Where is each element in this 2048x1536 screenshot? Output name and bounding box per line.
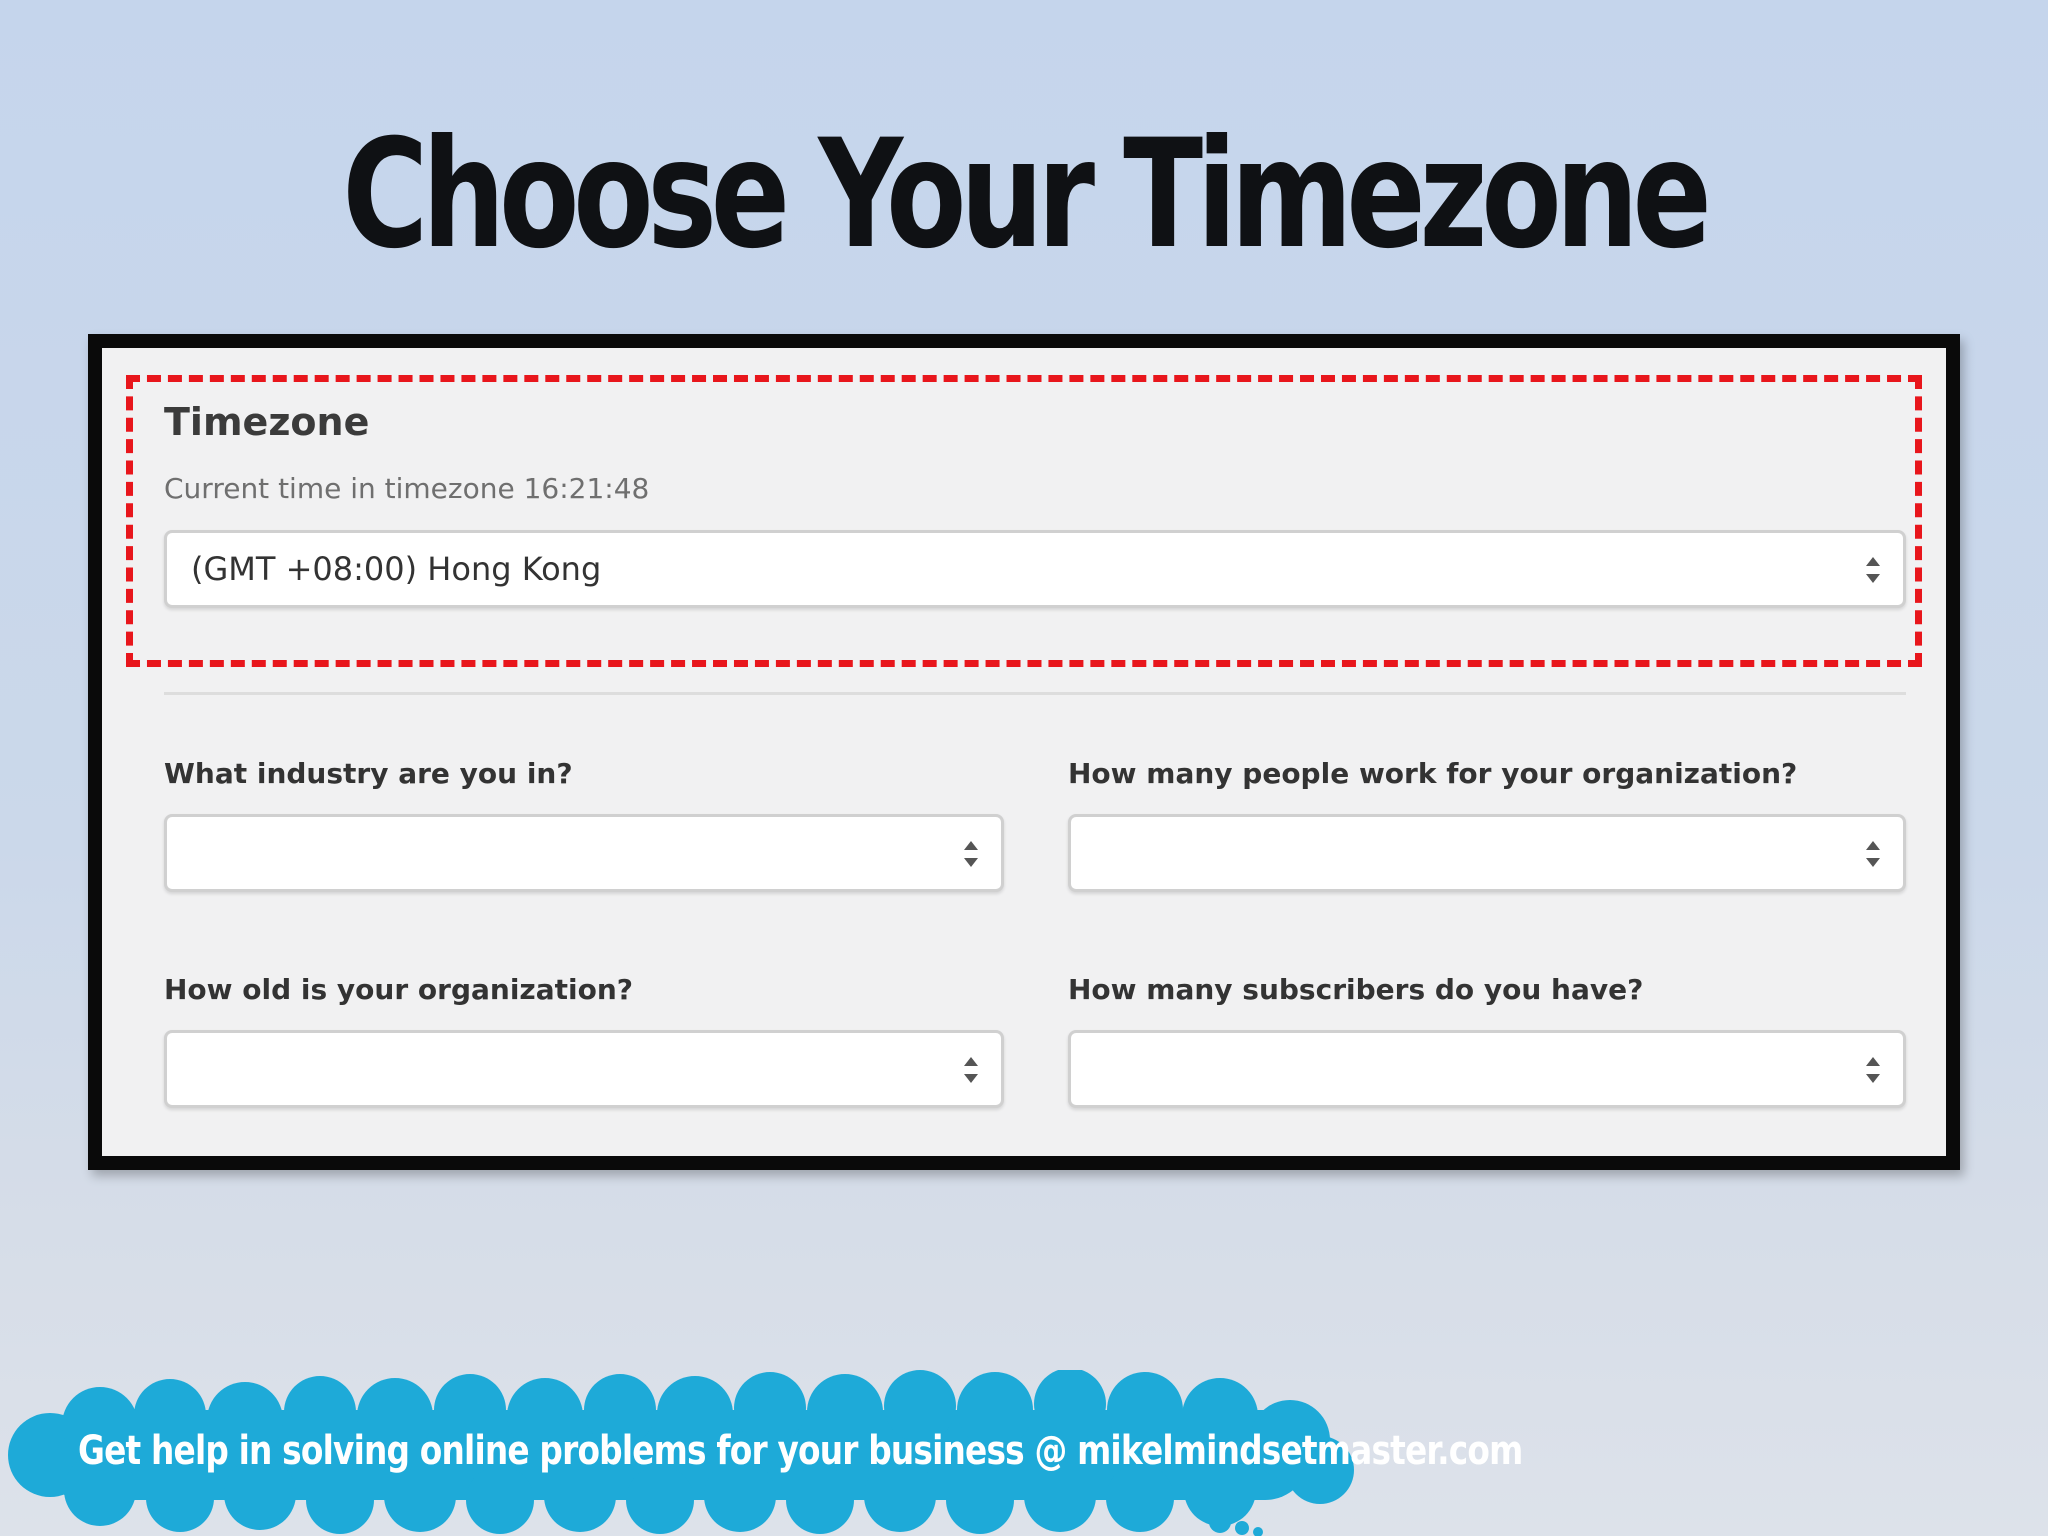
industry-label: What industry are you in?: [164, 757, 573, 790]
section-divider: [164, 692, 1906, 695]
employees-select[interactable]: [1068, 814, 1906, 892]
subscribers-label: How many subscribers do you have?: [1068, 973, 1644, 1006]
industry-select[interactable]: [164, 814, 1004, 892]
organization-age-select[interactable]: [164, 1030, 1004, 1108]
up-down-chevron-icon: [963, 1055, 979, 1085]
up-down-chevron-icon: [963, 839, 979, 869]
employees-label: How many people work for your organizati…: [1068, 757, 1798, 790]
timezone-select[interactable]: (GMT +08:00) Hong Kong: [164, 530, 1906, 608]
timezone-title: Timezone: [164, 400, 370, 444]
organization-age-label: How old is your organization?: [164, 973, 633, 1006]
timezone-select-value: (GMT +08:00) Hong Kong: [191, 550, 602, 588]
cloud-banner-text: Get help in solving online problems for …: [78, 1428, 1523, 1474]
subscribers-select[interactable]: [1068, 1030, 1906, 1108]
up-down-chevron-icon: [1865, 1055, 1881, 1085]
up-down-chevron-icon: [1865, 839, 1881, 869]
up-down-chevron-icon: [1865, 555, 1881, 585]
current-time-label: Current time in timezone 16:21:48: [164, 472, 650, 505]
slide-title: Choose Your Timezone: [342, 108, 1711, 282]
